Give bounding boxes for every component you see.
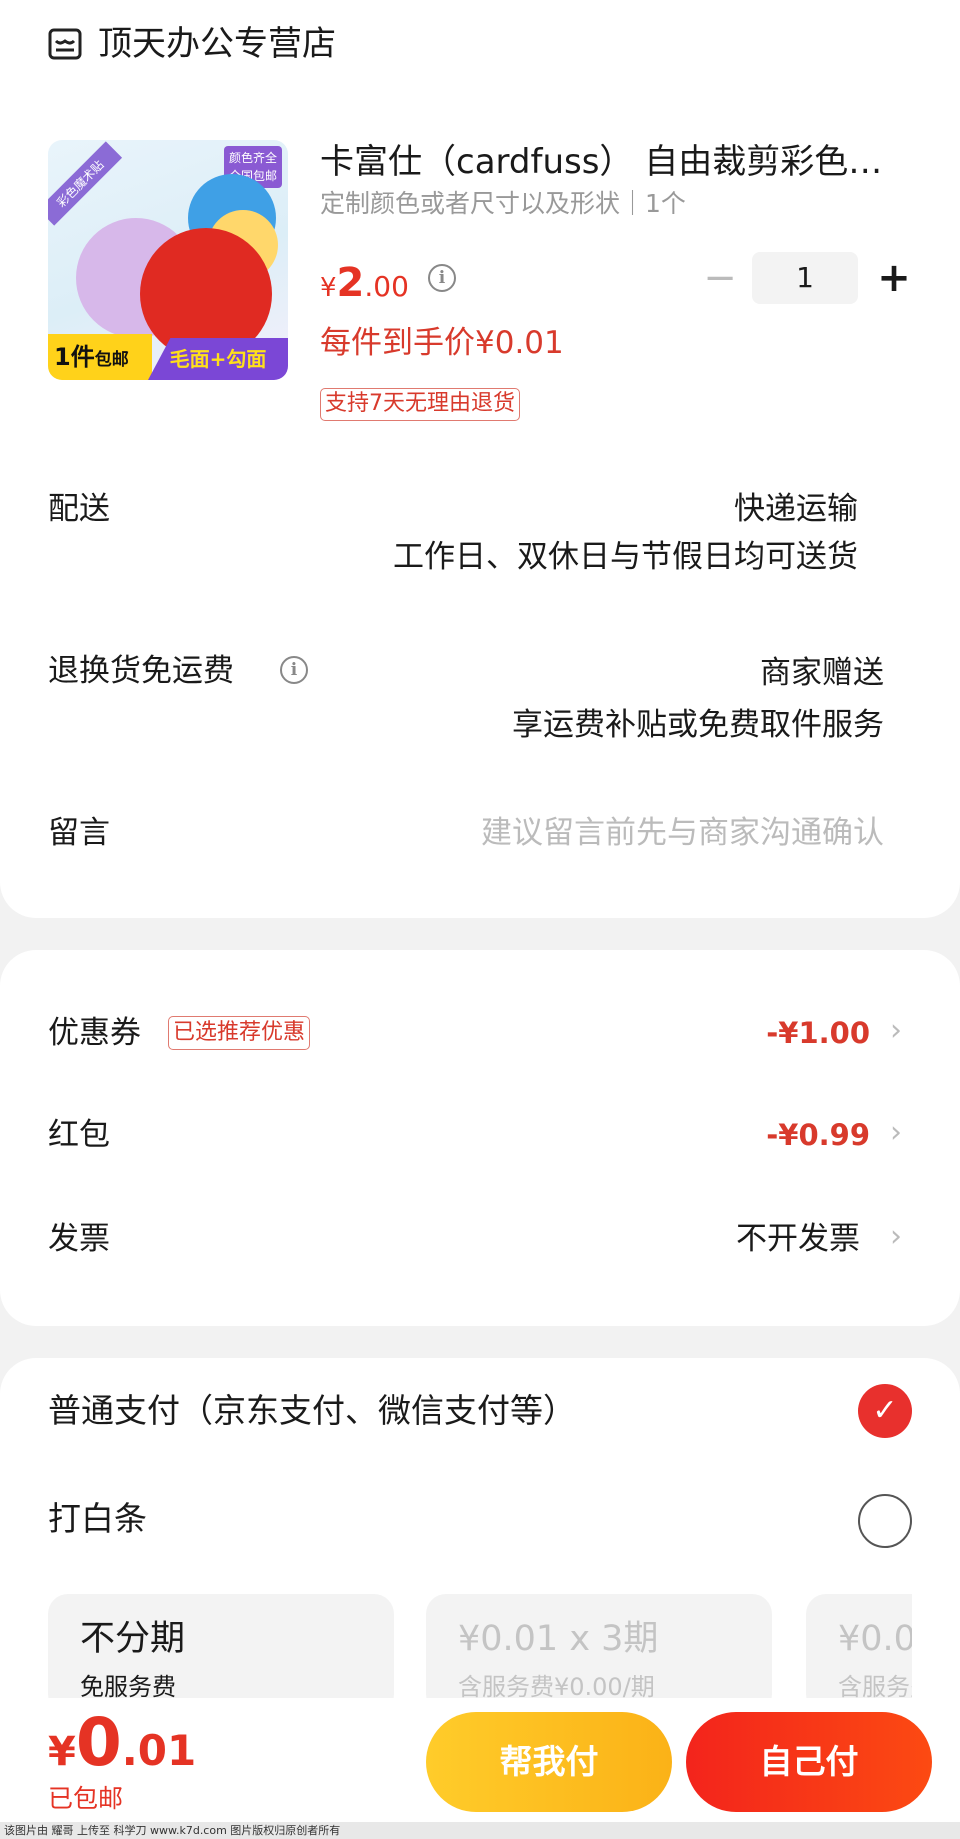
coupon-label: 优惠券 [48, 1015, 141, 1051]
quantity-field[interactable]: 1 [752, 252, 858, 304]
help-pay-button[interactable]: 帮我付 [426, 1712, 672, 1812]
order-info-card [0, 0, 960, 918]
return-shipping-label: 退换货免运费 [48, 653, 234, 689]
store-icon [48, 28, 82, 60]
delivery-label: 配送 [48, 491, 110, 527]
message-label: 留言 [48, 815, 110, 851]
installment-option[interactable]: ¥0.01 x 3期 含服务费¥0.00/期 [426, 1594, 772, 1714]
installment-title: ¥0.01 x 3期 [458, 1619, 659, 1659]
final-price: 每件到手价¥0.01 [320, 325, 564, 361]
product-spec[interactable]: 定制颜色或者尺寸以及形状｜1个 [320, 186, 686, 222]
image-label-left: 1件包邮 [48, 334, 152, 380]
return-shipping-note: 享运费补贴或免费取件服务 [512, 707, 884, 743]
radio-unchecked-icon[interactable] [858, 1494, 912, 1548]
image-ribbon: 彩色魔术贴 [48, 141, 123, 226]
price-info-icon[interactable]: i [428, 264, 456, 292]
return-shipping-info-icon[interactable]: i [280, 656, 308, 684]
return-shipping-provider: 商家赠送 [760, 655, 884, 691]
baitiao-label[interactable]: 打白条 [48, 1498, 147, 1540]
installment-title: 不分期 [80, 1619, 186, 1659]
invoice-label: 发票 [48, 1221, 110, 1257]
product-title[interactable]: 卡富仕（cardfuss） 自由裁剪彩色… [320, 140, 900, 184]
checkmark-icon[interactable]: ✓ [858, 1384, 912, 1438]
product-image[interactable]: 彩色魔术贴 颜色齐全 全国包邮 1件包邮 毛面+勾面 [48, 140, 288, 380]
watermark-footer: 该图片由 耀哥 上传至 科学刀 www.k7d.com 图片版权归原创者所有 [0, 1822, 960, 1839]
store-name[interactable]: 顶天办公专营店 [98, 22, 336, 66]
invoice-value[interactable]: 不开发票 [736, 1218, 860, 1260]
red-packet-value[interactable]: -¥0.99 [766, 1114, 870, 1156]
installment-option[interactable]: ¥0.0 含服务费 [806, 1594, 912, 1714]
product-price: ¥2.00 [320, 260, 409, 306]
coupon-tag: 已选推荐优惠 [168, 1016, 311, 1050]
delivery-note: 工作日、双休日与节假日均可送货 [393, 539, 858, 575]
quantity-plus-button[interactable]: + [872, 252, 916, 304]
delivery-method[interactable]: 快递运输 [734, 488, 858, 530]
installment-title: ¥0.0 [838, 1619, 912, 1659]
installment-option[interactable]: 不分期 免服务费 [48, 1594, 394, 1714]
shipping-status: 已包邮 [48, 1784, 124, 1813]
self-pay-button[interactable]: 自己付 [686, 1712, 932, 1812]
chevron-right-icon[interactable]: › [890, 1010, 906, 1052]
coupon-value[interactable]: -¥1.00 [766, 1012, 870, 1054]
quantity-minus-button[interactable]: − [700, 254, 740, 302]
return-policy-tag: 支持7天无理由退货 [320, 388, 520, 421]
chevron-right-icon[interactable]: › [890, 1216, 906, 1258]
chevron-right-icon[interactable]: › [890, 1112, 906, 1154]
red-packet-label: 红包 [48, 1117, 110, 1153]
installment-options: 不分期 免服务费 ¥0.01 x 3期 含服务费¥0.00/期 ¥0.0 含服务… [0, 1594, 912, 1714]
message-input[interactable]: 建议留言前先与商家沟通确认 [481, 812, 884, 854]
image-label-right: 毛面+勾面 [148, 338, 288, 380]
normal-payment-label[interactable]: 普通支付（京东支付、微信支付等） [48, 1390, 576, 1432]
